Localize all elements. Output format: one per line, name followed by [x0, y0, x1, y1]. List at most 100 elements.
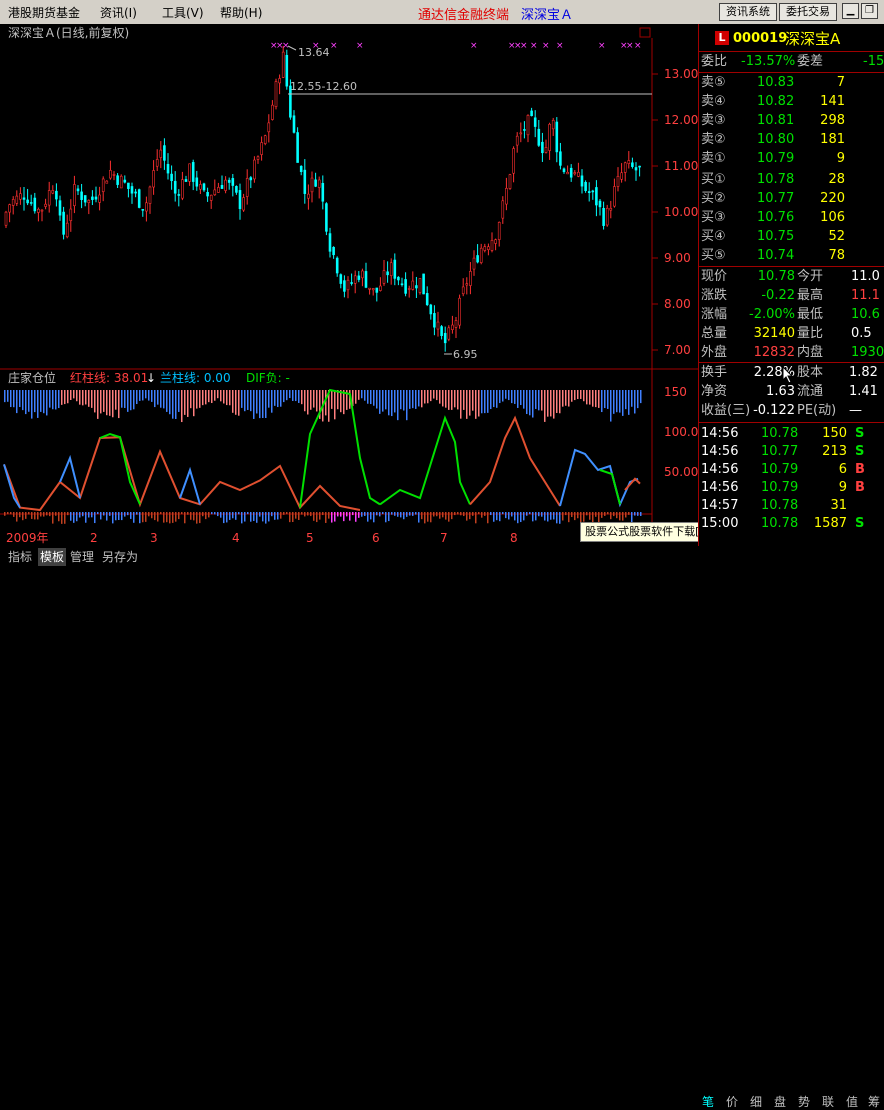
tab-trend[interactable]: 势 [798, 1094, 810, 1110]
candle-body [256, 156, 260, 160]
candle-body [26, 199, 29, 204]
indicator-bar-top [7, 390, 9, 402]
indicator-bar-bottom [466, 512, 468, 521]
signal-marker: × [520, 41, 528, 51]
sell-level[interactable]: 卖③ 10.81 298 [699, 112, 884, 130]
tab-book[interactable]: 盘 [774, 1094, 786, 1110]
indicator-bar-bottom [409, 512, 411, 516]
indicator-bar-top [49, 390, 51, 408]
indicator-bar-top [232, 390, 234, 413]
buy-level[interactable]: 买② 10.77 220 [699, 190, 884, 208]
indicator-bar-top [118, 390, 120, 419]
tab-detail[interactable]: 细 [750, 1094, 762, 1110]
indicator-bar-top [181, 390, 183, 423]
indicator-bar-bottom [586, 512, 588, 516]
tab-chips[interactable]: 筹 [868, 1094, 880, 1110]
indicator-bar-bottom [562, 512, 564, 521]
indicator-bar-top [397, 390, 399, 421]
tab-tick[interactable]: 笔 [702, 1094, 714, 1110]
tab-price[interactable]: 价 [726, 1094, 738, 1110]
indicator-bar-bottom [403, 512, 405, 520]
indicator-bar-bottom [460, 512, 462, 516]
indicator-bar-bottom [61, 512, 63, 524]
indicator-bar-top [211, 390, 213, 404]
news-system-button[interactable]: 资讯系统 [719, 3, 777, 21]
indicator-bar-bottom [406, 512, 408, 517]
menu-item-help[interactable]: 帮助(H) [220, 4, 262, 21]
indicator-bar-bottom [616, 512, 618, 519]
signal-marker: × [626, 41, 634, 51]
indicator-bar-top [529, 390, 531, 416]
candle-body [555, 121, 559, 153]
tab-save-as[interactable]: 另存为 [100, 548, 140, 566]
buy-level[interactable]: 买③ 10.76 106 [699, 209, 884, 227]
indicator-bar-top [487, 390, 489, 413]
indicator-bar-top [463, 390, 465, 410]
sell-level[interactable]: 卖② 10.80 181 [699, 131, 884, 149]
indicator-bar-top [520, 390, 522, 406]
indicator-bar-top [145, 390, 147, 399]
indicator-bar-top [607, 390, 609, 409]
minimize-icon[interactable]: ▁ [842, 3, 859, 19]
indicator-bar-top [391, 390, 393, 417]
buy-level[interactable]: 买⑤ 10.74 78 [699, 247, 884, 265]
indicator-bar-bottom [601, 512, 603, 518]
indicator-bar-bottom [58, 512, 60, 522]
date-label: 8 [510, 531, 518, 545]
indicator-bar-bottom [574, 512, 576, 521]
indicator-bar-bottom [277, 512, 279, 520]
sell-level[interactable]: 卖④ 10.82 141 [699, 93, 884, 111]
indicator-bar-bottom [244, 512, 246, 522]
indicator-red-value: 红柱线: 38.01 [70, 370, 148, 385]
indicator-bar-top [265, 390, 267, 419]
indicator-tick: 150 [664, 385, 687, 399]
trade-button[interactable]: 委托交易 [779, 3, 837, 21]
kline-chart[interactable]: 深深宝Ａ(日线,前复权) 13.00 12.00 11.00 10.00 9.0… [0, 24, 698, 546]
indicator-bar-bottom [154, 512, 156, 521]
menu-item-hk-futures[interactable]: 港股期货基金 [8, 4, 80, 21]
candle-body [433, 313, 436, 328]
indicator-bar-top [631, 390, 633, 407]
indicator-bar-bottom [229, 512, 231, 520]
stock-code: 000019 [733, 31, 788, 46]
tab-link[interactable]: 联 [822, 1094, 834, 1110]
indicator-bar-bottom [280, 512, 282, 519]
indicator-bar-bottom [262, 512, 264, 522]
indicator-bar-top [139, 390, 141, 401]
menu-item-news[interactable]: 资讯(I) [100, 4, 137, 21]
buy-level[interactable]: 买④ 10.75 52 [699, 228, 884, 246]
indicator-bar-bottom [613, 512, 615, 517]
indicator-bar-bottom [529, 512, 531, 515]
tab-indicator[interactable]: 指标 [6, 548, 34, 566]
tab-template[interactable]: 模板 [38, 548, 67, 566]
candle-body [631, 162, 634, 167]
indicator-bar-bottom [250, 512, 252, 522]
indicator-bar-bottom [376, 512, 378, 516]
candle-body [350, 282, 353, 284]
signal-marker: × [470, 41, 478, 51]
indicator-bar-bottom [331, 512, 333, 523]
indicator-bar-bottom [463, 512, 465, 517]
indicator-bar-bottom [118, 512, 120, 521]
buy-level[interactable]: 买① 10.78 28 [699, 171, 884, 189]
indicator-bar-bottom [469, 512, 471, 520]
candle-body [537, 128, 541, 146]
indicator-bar-bottom [82, 512, 84, 517]
indicator-bar-top [295, 390, 297, 402]
indicator-bar-bottom [133, 512, 135, 523]
indicator-title[interactable]: 庄家仓位 [8, 370, 56, 385]
sell-level[interactable]: 卖① 10.79 9 [699, 150, 884, 168]
menu-item-tools[interactable]: 工具(V) [162, 4, 204, 21]
candle-body [461, 286, 465, 295]
indicator-bar-top [187, 390, 189, 417]
indicator-bar-bottom [607, 512, 609, 515]
tab-value[interactable]: 值 [846, 1094, 858, 1110]
tab-manage[interactable]: 管理 [68, 548, 96, 566]
restore-icon[interactable]: ❐ [861, 3, 878, 19]
signal-marker: × [634, 41, 642, 51]
indicator-bar-top [565, 390, 567, 406]
candle-body [519, 132, 523, 135]
sell-level[interactable]: 卖⑤ 10.83 7 [699, 74, 884, 92]
indicator-bar-bottom [220, 512, 222, 518]
indicator-bar-top [340, 390, 342, 413]
